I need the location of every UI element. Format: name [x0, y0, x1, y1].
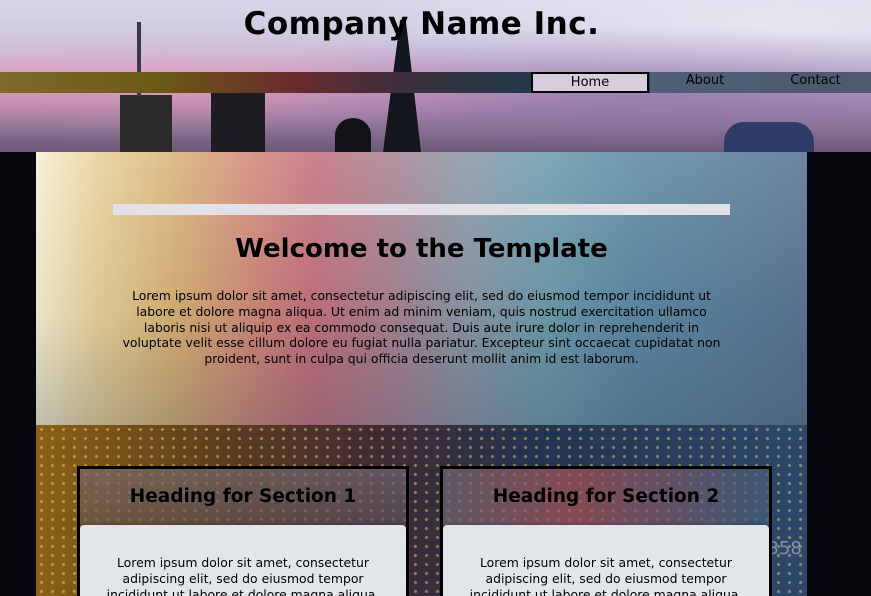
hero-divider-bar [113, 204, 730, 215]
nav-about-link[interactable]: About [650, 72, 760, 93]
company-name: Company Name Inc. [243, 6, 600, 42]
section-card-2: Heading for Section 2 Lorem ipsum dolor … [440, 466, 772, 596]
main-content: 1358 Welcome to the Template Lorem ipsum… [36, 152, 807, 596]
site-header: Company Name Inc. Home About Contact [0, 0, 871, 152]
skyline-building [335, 118, 371, 152]
nav-contact-link[interactable]: Contact [760, 72, 871, 93]
section-2-paragraph: Lorem ipsum dolor sit amet, consectetur … [469, 555, 743, 596]
hero-paragraph: Lorem ipsum dolor sit amet, consectetur … [122, 288, 721, 367]
section-1-body: Lorem ipsum dolor sit amet, consectetur … [80, 525, 406, 596]
section-2-body: Lorem ipsum dolor sit amet, consectetur … [443, 525, 769, 596]
section-1-heading: Heading for Section 1 [129, 486, 357, 507]
skyline-building [211, 93, 265, 152]
hero-title: Welcome to the Template [235, 234, 608, 264]
section-1-paragraph: Lorem ipsum dolor sit amet, consectetur … [106, 555, 380, 596]
main-nav: Home About Contact [0, 72, 871, 93]
skyline-building [724, 122, 814, 152]
nav-home-link[interactable]: Home [531, 72, 649, 93]
skyline-building [120, 95, 172, 152]
section-card-1: Heading for Section 1 Lorem ipsum dolor … [77, 466, 409, 596]
section-2-heading: Heading for Section 2 [492, 486, 720, 507]
hero-section: Welcome to the Template Lorem ipsum dolo… [36, 152, 807, 425]
